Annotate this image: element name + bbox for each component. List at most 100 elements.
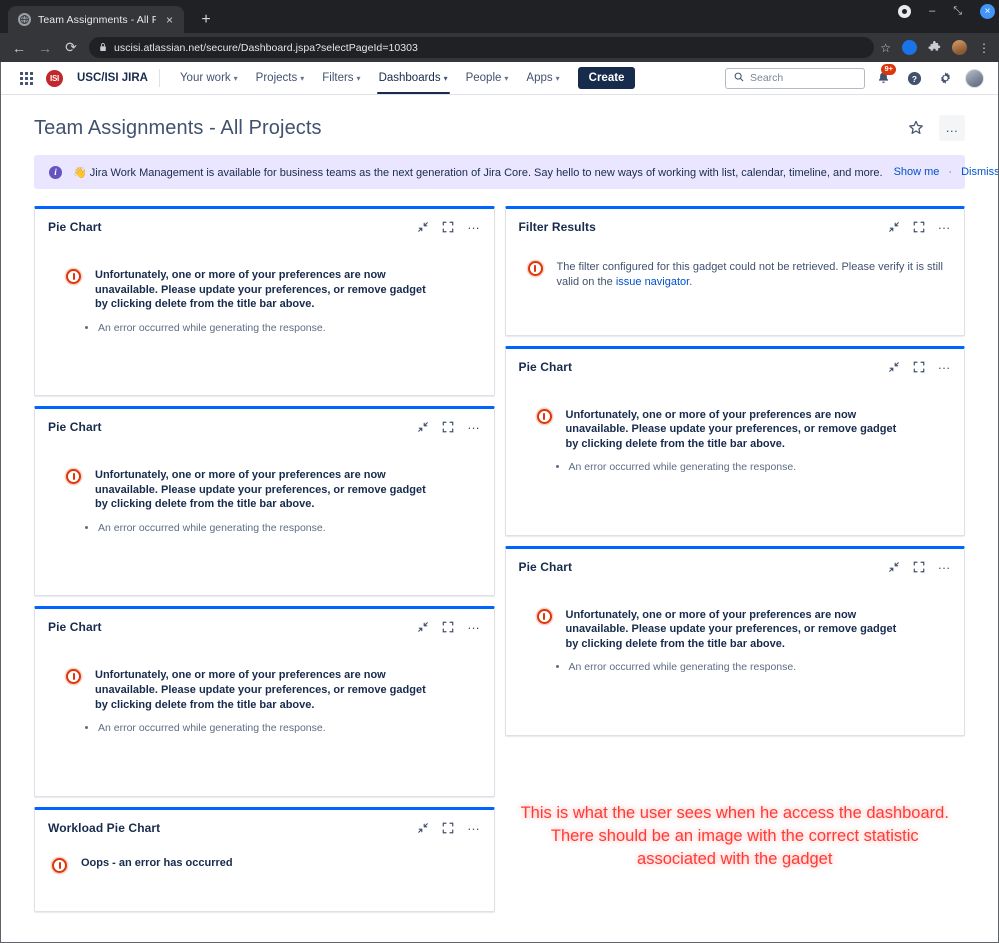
minimize-icon[interactable] [417,221,429,233]
gadget-body: Unfortunately, one or more of your prefe… [506,574,965,735]
gadget-pie-chart: Pie Chart … Unfortunately, one or more o… [34,606,495,797]
gadget-menu-icon[interactable]: … [938,218,952,231]
gadget-body: Unfortunately, one or more of your prefe… [35,234,494,395]
search-box[interactable] [725,67,865,89]
maximize-icon[interactable] [913,221,925,233]
reload-button[interactable]: ⟳ [58,35,84,61]
banner-actions: Show me · Dismiss [894,166,998,178]
error-detail-list: An error occurred while generating the r… [98,321,481,336]
error-icon [536,408,552,424]
error-detail-list: An error occurred while generating the r… [98,521,481,536]
error-icon [536,608,552,624]
gadget-header: Pie Chart … [35,609,494,634]
maximize-icon[interactable] [913,361,925,373]
minimize-icon[interactable] [888,561,900,573]
gadget-pie-chart: Pie Chart … Unfortunately, one or more o… [504,345,965,536]
maximize-icon[interactable] [442,421,454,433]
error-row: Unfortunately, one or more of your prefe… [66,268,481,312]
window-maximize-button[interactable]: ⤡ [953,6,962,17]
error-message: Unfortunately, one or more of your prefe… [95,269,426,311]
profile-avatar-icon[interactable] [952,40,967,55]
nav-label: Projects [255,72,298,84]
gadget-header: Pie Chart … [506,549,965,574]
browser-menu-icon[interactable]: ⋮ [978,42,990,54]
list-item: An error occurred while generating the r… [98,321,481,336]
error-icon [52,857,67,873]
jira-global-nav: ISI USC/ISI JIRA Your work ▾ Projects ▾ … [1,62,998,95]
back-button[interactable]: ← [6,35,32,61]
maximize-icon[interactable] [442,822,454,834]
nav-label: Your work [179,72,231,84]
browser-tab-title: Team Assignments - All Project [38,13,156,26]
window-record-indicator[interactable] [898,5,912,18]
gadget-tools: … [417,618,481,633]
nav-item-your-work[interactable]: Your work ▾ [171,62,247,94]
bookmark-star-icon[interactable]: ☆ [880,42,891,54]
show-me-link[interactable]: Show me [894,166,940,178]
error-row: Unfortunately, one or more of your prefe… [66,668,481,712]
error-message: Unfortunately, one or more of your prefe… [565,408,897,450]
nav-right-group: 9+ ? [725,64,984,91]
minimize-icon[interactable] [888,361,900,373]
nav-item-dashboards[interactable]: Dashboards ▾ [370,62,457,94]
gadget-tools: … [417,418,481,433]
banner-text-content: Jira Work Management is available for bu… [89,166,883,179]
chevron-down-icon: ▾ [555,74,560,83]
error-detail-list: An error occurred while generating the r… [569,460,952,475]
error-row: Unfortunately, one or more of your prefe… [536,408,952,452]
window-close-button[interactable]: × [980,4,995,19]
svg-text:?: ? [911,73,916,83]
gadget-menu-icon[interactable]: … [467,819,481,832]
browser-tab[interactable]: Team Assignments - All Project × [8,6,184,33]
new-tab-button[interactable]: + [196,12,216,28]
maximize-icon[interactable] [442,221,454,233]
notification-count-badge: 9+ [881,64,896,75]
gadget-menu-icon[interactable]: … [938,558,952,571]
search-icon [734,72,744,85]
minimize-icon[interactable] [417,421,429,433]
gadget-body: Oops - an error has occurred [35,835,494,911]
nav-item-people[interactable]: People ▾ [457,62,518,94]
gadget-menu-icon[interactable]: … [467,218,481,231]
extensions-puzzle-icon[interactable] [928,41,941,54]
gear-icon[interactable] [932,65,958,91]
apps-grid-icon[interactable] [15,67,37,89]
gadget-menu-icon[interactable]: … [467,418,481,431]
gadget-body: Unfortunately, one or more of your prefe… [506,374,965,535]
nav-item-apps[interactable]: Apps ▾ [517,62,568,94]
tab-close-icon[interactable]: × [163,14,176,26]
window-minimize-button[interactable]: – [929,6,935,17]
isi-logo[interactable]: ISI [46,69,63,87]
user-avatar[interactable] [965,68,984,88]
help-icon[interactable]: ? [901,65,927,91]
extension-badge-icon[interactable] [902,40,917,55]
minimize-icon[interactable] [417,621,429,633]
dashboard-more-button[interactable]: … [939,115,965,141]
chevron-down-icon: ▾ [300,74,305,83]
jira-brand-label[interactable]: USC/ISI JIRA [77,72,148,84]
favorite-star-icon[interactable] [903,115,929,141]
banner-separator: · [948,166,953,178]
gadget-body: Unfortunately, one or more of your prefe… [35,434,494,595]
create-button[interactable]: Create [577,67,636,89]
minimize-icon[interactable] [417,822,429,834]
globe-icon [18,13,31,26]
search-input[interactable] [750,72,856,84]
nav-item-projects[interactable]: Projects ▾ [247,62,314,94]
gadget-menu-icon[interactable]: … [938,358,952,371]
notifications-bell-icon[interactable]: 9+ [870,64,896,91]
maximize-icon[interactable] [442,621,454,633]
gadget-header: Pie Chart … [35,209,494,234]
address-bar[interactable]: uscisi.atlassian.net/secure/Dashboard.js… [89,37,875,58]
maximize-icon[interactable] [913,561,925,573]
gadget-menu-icon[interactable]: … [467,618,481,631]
forward-button[interactable]: → [32,35,58,61]
minimize-icon[interactable] [888,221,900,233]
error-message: The filter configured for this gadget co… [557,260,952,290]
nav-item-filters[interactable]: Filters ▾ [313,62,369,94]
gadget-header: Filter Results … [506,209,965,234]
error-row: Unfortunately, one or more of your prefe… [536,608,952,652]
dismiss-link[interactable]: Dismiss [961,166,998,178]
issue-navigator-link[interactable]: issue navigator [616,276,689,288]
list-item: An error occurred while generating the r… [569,660,952,675]
